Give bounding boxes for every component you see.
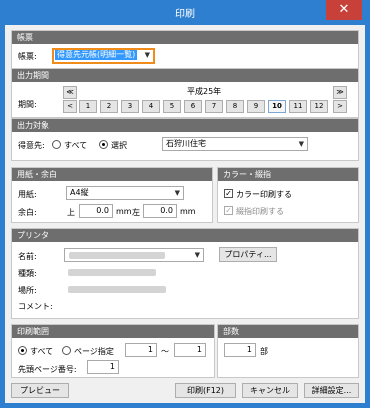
period-section: 出力期間 期間: 平成25年 ≪ < ≫ > 1 2 3 4 5 6 7 8 9 10 11 12 [11, 68, 359, 118]
properties-button[interactable]: プロパティ... [219, 247, 277, 262]
margin-top-unit: mm [116, 207, 132, 216]
ledger-section: 帳票 帳票: 得意先元帳(明細一覧) ▼ [11, 30, 359, 69]
binding-print-checkbox[interactable]: ✓ [224, 206, 233, 215]
period-year: 平成25年 [187, 87, 222, 96]
month-button-10[interactable]: 10 [268, 100, 286, 113]
month-button-5[interactable]: 5 [163, 100, 181, 113]
month-button-6[interactable]: 6 [184, 100, 202, 113]
range-section: 印刷範囲 すべて ページ指定 1 〜 1 先頭ページ番号: 1 [11, 324, 215, 378]
printer-location-value [68, 286, 166, 293]
printer-location-label: 場所: [18, 286, 37, 295]
paper-size-value: A4縦 [70, 188, 89, 197]
range-all-radio[interactable] [18, 346, 27, 355]
target-select-radio[interactable] [99, 140, 108, 149]
chevron-down-icon: ▼ [144, 51, 150, 59]
target-all-label: すべて [64, 141, 88, 150]
binding-print-label: 綴指印刷する [236, 207, 284, 216]
printer-name-label: 名前: [18, 252, 37, 261]
color-print-label: カラー印刷する [236, 190, 292, 199]
paper-section: 用紙・余白 用紙: A4縦 ▼ 余白: 上 0.0 mm 左 0.0 mm [11, 167, 213, 223]
target-label: 得意先: [18, 141, 45, 150]
first-year-button[interactable]: ≪ [63, 86, 77, 99]
margin-left-unit: mm [180, 207, 196, 216]
range-all-label: すべて [30, 347, 54, 356]
chevron-down-icon: ▼ [194, 251, 200, 259]
paper-size-select[interactable]: A4縦 ▼ [66, 186, 184, 200]
color-header: カラー・綴指 [218, 168, 358, 181]
customer-select[interactable]: 石狩川住宅 ▼ [162, 137, 308, 151]
next-month-button[interactable]: > [333, 100, 347, 113]
range-pages-label: ページ指定 [74, 347, 114, 356]
range-pages-radio[interactable] [62, 346, 71, 355]
margin-top-input[interactable]: 0.0 [79, 204, 113, 218]
month-button-4[interactable]: 4 [142, 100, 160, 113]
target-select-label: 選択 [111, 141, 127, 150]
color-print-checkbox[interactable]: ✓ [224, 189, 233, 198]
printer-name-select[interactable]: ▼ [64, 248, 204, 262]
ledger-header: 帳票 [12, 31, 358, 44]
margin-left-input[interactable]: 0.0 [143, 204, 177, 218]
customer-select-value: 石狩川住宅 [166, 139, 206, 148]
range-from-input[interactable]: 1 [125, 343, 157, 357]
margin-top-label: 上 [67, 208, 75, 217]
printer-comment-label: コメント: [18, 302, 53, 311]
preview-button[interactable]: プレビュー [11, 383, 69, 398]
start-page-input[interactable]: 1 [87, 360, 119, 374]
month-button-7[interactable]: 7 [205, 100, 223, 113]
window-title: 印刷 [175, 9, 195, 20]
close-button[interactable]: ✕ [326, 0, 362, 20]
period-label: 期間: [18, 100, 37, 109]
margin-label: 余白: [18, 208, 37, 217]
month-button-12[interactable]: 12 [310, 100, 328, 113]
month-button-1[interactable]: 1 [79, 100, 97, 113]
chevron-down-icon: ▼ [298, 140, 304, 148]
copies-unit: 部 [260, 347, 268, 356]
printer-section: プリンタ 名前: ▼ プロパティ... 種類: 場所: コメント: [11, 228, 359, 319]
margin-left-label: 左 [132, 208, 140, 217]
target-all-radio[interactable] [52, 140, 61, 149]
paper-size-label: 用紙: [18, 190, 37, 199]
target-header: 出力対象 [12, 119, 358, 132]
chevron-down-icon: ▼ [174, 189, 180, 197]
prev-month-button[interactable]: < [63, 100, 77, 113]
month-button-11[interactable]: 11 [289, 100, 307, 113]
range-header: 印刷範囲 [12, 325, 214, 338]
title-bar: 印刷 ✕ [0, 0, 370, 25]
copies-section: 部数 1 部 [217, 324, 359, 378]
paper-header: 用紙・余白 [12, 168, 212, 181]
cancel-button[interactable]: キャンセル [242, 383, 298, 398]
month-button-8[interactable]: 8 [226, 100, 244, 113]
printer-header: プリンタ [12, 229, 358, 242]
ledger-label: 帳票: [18, 52, 37, 61]
month-button-2[interactable]: 2 [100, 100, 118, 113]
month-button-3[interactable]: 3 [121, 100, 139, 113]
print-button[interactable]: 印刷(F12) [175, 383, 236, 398]
ledger-select[interactable]: 得意先元帳(明細一覧) ▼ [52, 48, 155, 64]
month-buttons: 1 2 3 4 5 6 7 8 9 10 11 12 [79, 100, 331, 113]
copies-input[interactable]: 1 [224, 343, 256, 357]
range-separator: 〜 [161, 347, 169, 356]
printer-type-value [68, 269, 156, 276]
printer-name-value [69, 252, 165, 259]
target-section: 出力対象 得意先: すべて 選択 石狩川住宅 ▼ [11, 118, 359, 161]
last-year-button[interactable]: ≫ [333, 86, 347, 99]
color-section: カラー・綴指 ✓ カラー印刷する ✓ 綴指印刷する [217, 167, 359, 223]
period-header: 出力期間 [12, 69, 358, 82]
details-button[interactable]: 詳細設定... [304, 383, 359, 398]
copies-header: 部数 [218, 325, 358, 338]
print-dialog-window: 印刷 ✕ 帳票 帳票: 得意先元帳(明細一覧) ▼ 出力期間 期間: 平成25年… [0, 0, 370, 408]
start-page-label: 先頭ページ番号: [18, 365, 77, 374]
printer-type-label: 種類: [18, 269, 37, 278]
month-button-9[interactable]: 9 [247, 100, 265, 113]
range-to-input[interactable]: 1 [174, 343, 206, 357]
dialog-body: 帳票 帳票: 得意先元帳(明細一覧) ▼ 出力期間 期間: 平成25年 ≪ < … [5, 25, 365, 403]
ledger-select-value: 得意先元帳(明細一覧) [55, 50, 138, 60]
